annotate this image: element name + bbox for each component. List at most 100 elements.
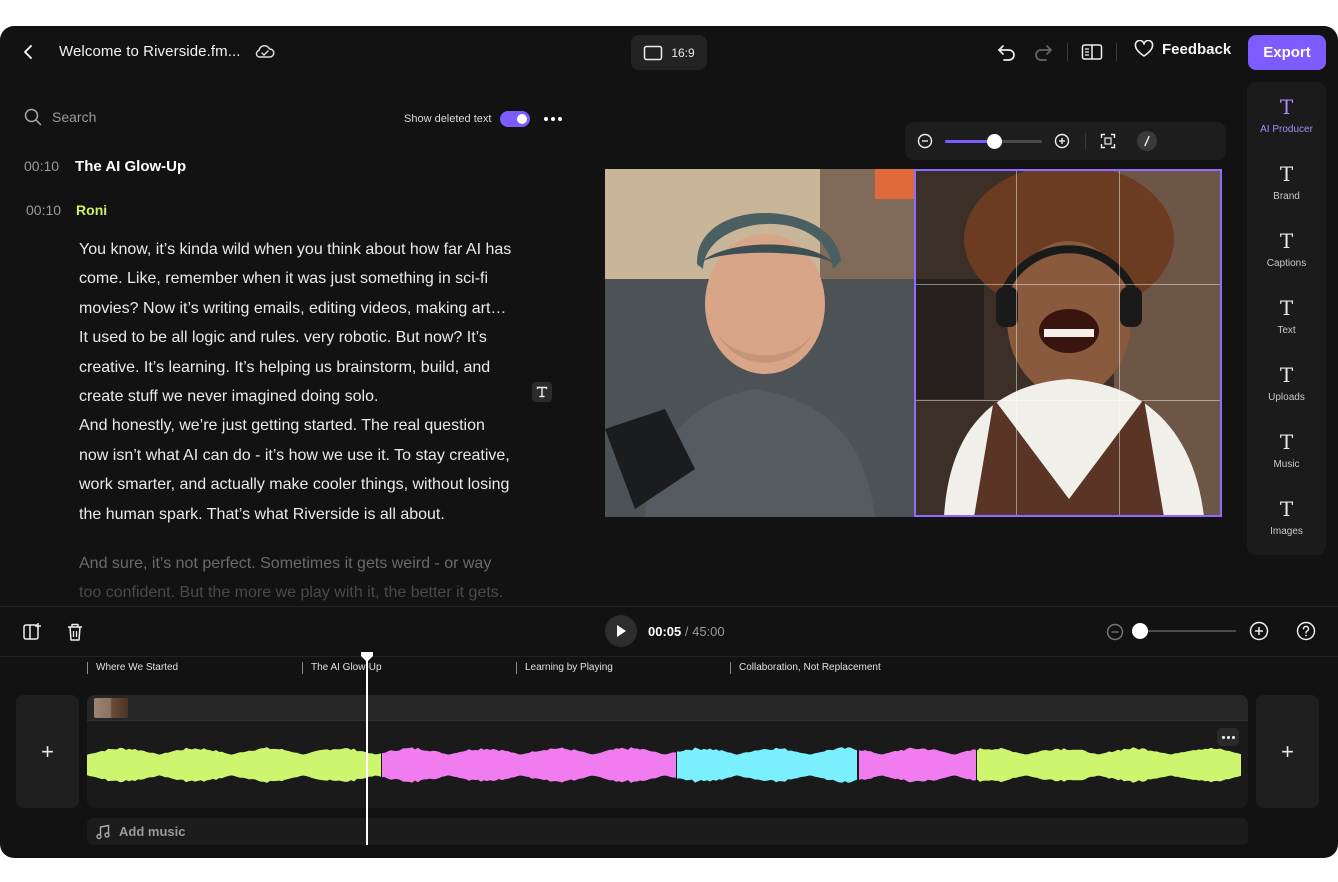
redo-button[interactable] [1032, 41, 1054, 63]
rail-item-label: AI Producer [1260, 124, 1313, 135]
transcript-line[interactable]: You know, it’s kinda wild when you think… [79, 235, 554, 264]
layout-button[interactable] [1080, 41, 1104, 63]
transcript-line-upcoming[interactable]: too confident. But the more we play with… [79, 578, 554, 607]
rail-item-label: Text [1277, 325, 1296, 336]
split-icon [23, 623, 41, 640]
transcript-line[interactable]: come. Like, remember when it was just so… [79, 264, 554, 293]
timeline-zoom-handle[interactable] [1132, 623, 1149, 639]
project-title[interactable]: Welcome to Riverside.fm... [59, 43, 241, 60]
delete-clip-button[interactable] [64, 621, 86, 643]
split-clip-button[interactable] [21, 621, 43, 643]
timeline-ruler-divider [0, 656, 1338, 657]
text-tool-icon: T [1279, 363, 1294, 387]
playhead[interactable] [366, 654, 368, 845]
video-preview[interactable] [605, 169, 1222, 517]
rail-item-label: Captions [1266, 258, 1307, 269]
rail-item-brand[interactable]: T Brand [1247, 161, 1326, 221]
transcript-line[interactable]: movies? Now it’s writing emails, editing… [79, 294, 554, 323]
add-clip-after-button[interactable]: + [1256, 695, 1319, 808]
slash-button[interactable] [1137, 131, 1157, 151]
search-icon [24, 108, 42, 126]
text-tool-icon: T [1279, 95, 1294, 119]
speaker-name[interactable]: Roni [76, 202, 107, 218]
add-clip-before-button[interactable]: + [16, 695, 79, 808]
transcript-line[interactable]: It used to be all logic and rules. very … [79, 323, 554, 352]
play-icon [617, 625, 626, 637]
audio-waveform[interactable] [87, 721, 1248, 808]
chapter-heading: 00:10 The AI Glow-Up [24, 158, 186, 175]
waveform-segment [382, 747, 676, 783]
plus-icon: + [41, 738, 54, 764]
rail-item-images[interactable]: T Images [1247, 496, 1326, 556]
speaker-heading: 00:10 Roni [26, 202, 107, 218]
waveform-segment [977, 747, 1241, 783]
transcript-line[interactable]: the human spark. That’s what Riverside i… [79, 500, 554, 529]
export-button[interactable]: Export [1248, 35, 1326, 70]
text-tool-icon: T [1279, 296, 1294, 320]
back-button[interactable] [18, 41, 38, 63]
chapter-title[interactable]: The AI Glow-Up [75, 158, 186, 175]
rail-item-captions[interactable]: T Captions [1247, 228, 1326, 288]
add-music-label: Add music [119, 824, 186, 839]
transcript-line[interactable]: now isn’t what AI can do - it’s how we u… [79, 441, 554, 470]
feedback-button[interactable]: Feedback [1134, 40, 1231, 58]
slash-icon [1144, 135, 1150, 147]
zoom-out-button[interactable] [916, 132, 934, 150]
current-time: 00:05 [648, 624, 682, 639]
selected-layer-frame[interactable] [914, 169, 1222, 517]
transcript-line[interactable]: And honestly, we’re just getting started… [79, 411, 554, 440]
waveform-segment [87, 747, 381, 783]
screen-icon [644, 45, 663, 60]
transcript-search[interactable]: Search [24, 108, 96, 126]
transcript-line[interactable]: work smarter, and actually make cooler t… [79, 470, 554, 499]
add-music-row[interactable]: Add music [87, 818, 1248, 845]
timeline-zoom-in-button[interactable] [1249, 621, 1269, 641]
rail-item-text[interactable]: T Text [1247, 295, 1326, 355]
timeline-zoom-slider[interactable] [1132, 623, 1236, 639]
editor-app: Welcome to Riverside.fm... 16:9 Feedback… [0, 26, 1338, 858]
chapter-marker[interactable]: Collaboration, Not Replacement [730, 662, 881, 674]
undo-button[interactable] [996, 41, 1018, 63]
chapter-timestamp[interactable]: 00:10 [24, 158, 59, 174]
transcript-line-upcoming[interactable]: And sure, it’s not perfect. Sometimes it… [79, 549, 554, 578]
fullscreen-button[interactable] [1099, 132, 1117, 150]
thumbnail-strip [87, 695, 1248, 721]
show-deleted-toggle[interactable] [500, 111, 530, 127]
zoom-in-button[interactable] [1053, 132, 1071, 150]
preview-zoom-slider[interactable] [945, 134, 1042, 149]
help-icon [1296, 621, 1316, 641]
feedback-label: Feedback [1162, 40, 1232, 58]
timeline-divider [0, 606, 1338, 607]
top-bar: Welcome to Riverside.fm... 16:9 Feedback… [0, 26, 1338, 78]
transcript-more-button[interactable] [543, 110, 563, 128]
track-more-button[interactable] [1217, 728, 1239, 746]
chapter-marker[interactable]: The AI Glow-Up [302, 662, 382, 674]
tool-rail: T AI Producer T Brand T Captions T Text … [1247, 82, 1326, 555]
speaker-timestamp[interactable]: 00:10 [26, 202, 61, 218]
rail-item-uploads[interactable]: T Uploads [1247, 362, 1326, 422]
rail-item-label: Uploads [1268, 392, 1305, 403]
plus-circle-icon [1249, 621, 1269, 641]
video-track[interactable] [87, 695, 1248, 808]
chapter-marker[interactable]: Where We Started [87, 662, 178, 674]
text-tool-icon: T [1279, 229, 1294, 253]
rail-item-label: Music [1273, 459, 1300, 470]
aspect-ratio-label: 16:9 [671, 45, 695, 60]
camera-feed-host[interactable] [605, 169, 914, 517]
transcript-line[interactable]: create stuff we never imagined doing sol… [79, 382, 554, 411]
timeline-zoom-out-button[interactable] [1105, 622, 1124, 641]
chapter-marker[interactable]: Learning by Playing [516, 662, 613, 674]
add-text-chip[interactable] [532, 382, 552, 402]
rail-item-ai-producer[interactable]: T AI Producer [1247, 94, 1326, 154]
rail-item-label: Images [1270, 526, 1303, 537]
aspect-ratio-button[interactable]: 16:9 [631, 35, 707, 70]
rail-item-music[interactable]: T Music [1247, 429, 1326, 489]
play-button[interactable] [605, 615, 637, 647]
help-button[interactable] [1296, 621, 1316, 641]
playhead-handle[interactable] [360, 652, 374, 662]
cloud-sync-icon[interactable] [254, 41, 276, 63]
rail-item-label: Brand [1273, 191, 1300, 202]
transcript-body[interactable]: You know, it’s kinda wild when you think… [79, 235, 554, 608]
transcript-line[interactable]: creative. It’s learning. It’s helping us… [79, 353, 554, 382]
preview-zoom-handle[interactable] [986, 134, 1002, 149]
